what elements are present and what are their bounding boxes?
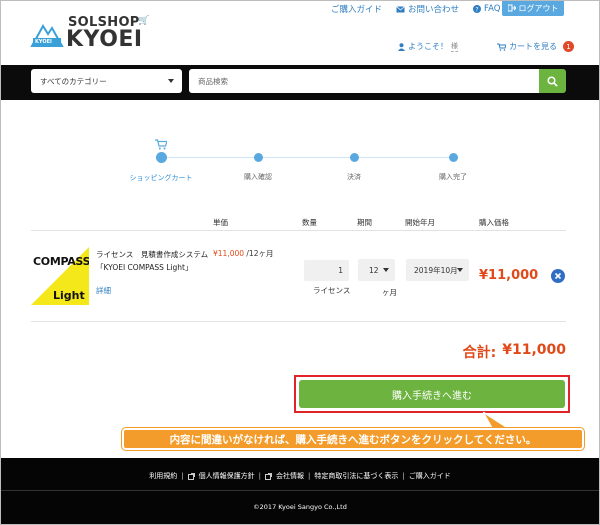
product-detail-link[interactable]: 詳細 — [96, 285, 111, 296]
remove-item-button[interactable] — [551, 269, 565, 283]
footer-link-terms[interactable]: 利用規約 — [149, 471, 177, 481]
chevron-down-icon — [383, 268, 389, 272]
grand-total-value: ¥11,000 — [502, 342, 566, 358]
footer-link-guide[interactable]: ご購入ガイド — [409, 471, 451, 481]
contact-link-label: お問い合わせ — [408, 5, 460, 15]
footer-link-company[interactable]: 会社情報 — [276, 471, 304, 481]
external-link-icon — [265, 472, 272, 480]
footer-separator: | — [308, 472, 311, 480]
faq-link-label: FAQ — [484, 4, 501, 14]
cta-highlight: 購入手続きへ進む — [294, 375, 570, 413]
instruction-callout: 内容に間違いがなければ、購入手続きへ進むボタンをクリックしてください。 — [121, 427, 585, 451]
svg-text:?: ? — [475, 6, 478, 13]
footer-link-privacy[interactable]: 個人情報保護方針 — [199, 471, 255, 481]
step-label: 購入確認 — [244, 173, 272, 181]
duration-value: 12 — [369, 265, 379, 275]
mail-icon — [396, 5, 405, 12]
site-logo[interactable]: KYOEI SOLSHOP 🛒 KYOEI — [30, 14, 150, 52]
welcome-label: ようこそ！ — [408, 42, 448, 51]
guide-link-label: ご購入ガイド — [331, 5, 383, 15]
question-icon: ? — [473, 5, 482, 13]
chevron-down-icon — [457, 268, 463, 272]
header-quantity: 数量 — [302, 218, 317, 227]
step-cart: ショッピングカート — [111, 152, 211, 183]
proceed-checkout-button[interactable]: 購入手続きへ進む — [299, 380, 565, 408]
view-cart-link[interactable]: カートを見る 1 — [497, 41, 574, 52]
grand-total-label: 合計: — [462, 345, 497, 361]
user-name: 様 — [451, 42, 458, 52]
thumb-title: COMPASS — [33, 255, 89, 268]
logo-cart-icon: 🛒 — [138, 16, 150, 26]
cart-count-badge: 1 — [563, 41, 574, 52]
header-start: 開始年月 — [405, 218, 435, 227]
header-duration: 期間 — [357, 218, 372, 227]
unit-price: ¥11,000 /12ヶ月 — [213, 248, 273, 259]
top-links: ご購入ガイド お問い合わせ ? FAQ — [331, 3, 515, 15]
start-month-select[interactable]: 2019年10月 — [406, 259, 469, 281]
start-month-value: 2019年10月 — [414, 265, 458, 275]
close-icon — [554, 272, 562, 280]
step-dot — [448, 153, 458, 162]
unit-price-period: /12ヶ月 — [246, 249, 274, 258]
product-name: ライセンス 見積書作成システム「KYOEI COMPASS Light」 — [96, 250, 209, 272]
footer-separator: | — [181, 472, 184, 480]
search-button[interactable] — [539, 69, 566, 93]
search-icon — [547, 75, 558, 87]
step-label: ショッピングカート — [129, 174, 193, 182]
step-cart-icon — [155, 139, 167, 150]
faq-link[interactable]: ? FAQ — [473, 4, 501, 14]
product-thumbnail[interactable]: COMPASS Light — [31, 247, 89, 305]
cart-icon — [497, 43, 506, 51]
step-complete: 購入完了 — [403, 153, 503, 182]
chevron-down-icon — [168, 79, 174, 83]
search-input[interactable] — [189, 69, 539, 93]
step-label: 購入完了 — [439, 173, 467, 181]
guide-link[interactable]: ご購入ガイド — [331, 3, 382, 15]
footer-divider — [0, 490, 600, 491]
unit-price-amount: ¥11,000 — [213, 249, 245, 258]
table-divider — [31, 230, 566, 231]
logo-text-main: KYOEI — [66, 27, 143, 52]
user-icon — [398, 42, 405, 51]
step-confirm: 購入確認 — [208, 153, 308, 182]
footer — [0, 458, 600, 525]
step-dot — [155, 152, 167, 163]
logo-badge-text: KYOEI — [35, 39, 52, 45]
table-divider — [31, 321, 566, 322]
row-total: ¥11,000 — [479, 268, 539, 283]
footer-separator: | — [402, 472, 405, 480]
category-select[interactable]: すべてのカテゴリー — [31, 69, 182, 93]
step-payment: 決済 — [304, 153, 404, 182]
step-dot — [349, 153, 359, 162]
view-cart-label: カートを見る — [509, 42, 557, 51]
grand-total: 合計: ¥11,000 — [463, 342, 566, 362]
header-total: 購入価格 — [479, 218, 509, 227]
copyright: ©2017 Kyoei Sangyo Co.,Ltd — [253, 503, 347, 511]
external-link-icon — [187, 472, 195, 480]
quantity-input[interactable] — [304, 260, 349, 281]
footer-separator: | — [258, 472, 261, 480]
logout-label: ログアウト — [518, 3, 559, 13]
contact-link[interactable]: お問い合わせ — [396, 3, 459, 15]
step-label: 決済 — [347, 173, 361, 181]
duration-unit: ヶ月 — [382, 288, 397, 297]
footer-links: 利用規約 | 個人情報保護方針 | 会社情報 | 特定商取引法に基づく表示 | … — [0, 471, 600, 481]
category-select-value: すべてのカテゴリー — [40, 76, 107, 86]
welcome-text: ようこそ！ 様 — [398, 41, 458, 52]
quantity-unit: ライセンス — [313, 286, 351, 295]
logout-button[interactable]: ログアウト — [502, 0, 564, 16]
duration-select[interactable]: 12 — [358, 259, 395, 281]
footer-link-tokushoho[interactable]: 特定商取引法に基づく表示 — [314, 471, 398, 481]
step-dot — [253, 153, 263, 162]
logout-icon — [507, 4, 516, 12]
thumb-subtitle: Light — [53, 289, 85, 302]
header-unit-price: 単価 — [213, 218, 228, 227]
